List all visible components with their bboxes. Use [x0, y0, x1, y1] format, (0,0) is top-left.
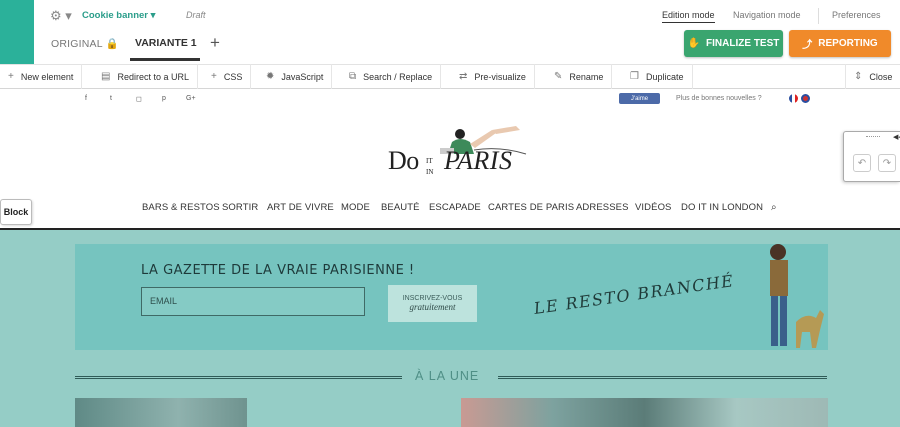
instagram-icon[interactable]: ◻ [136, 95, 142, 103]
redirect-url-button[interactable]: ▤ Redirect to a URL [93, 64, 198, 89]
nav-do-it-in-london[interactable]: DO IT IN LONDON [681, 202, 763, 213]
newsletter-title: LA GAZETTE DE LA VRAIE PARISIENNE ! [141, 263, 415, 278]
brand-do[interactable]: Do [388, 146, 419, 176]
add-variant-button[interactable]: + [210, 33, 220, 53]
campaign-selector[interactable]: Cookie banner ▾ [82, 10, 155, 21]
brand-it[interactable]: IT [426, 157, 433, 165]
rename-button[interactable]: ✎ Rename [546, 64, 613, 89]
section-divider-right [498, 376, 827, 379]
article-card-image[interactable] [75, 398, 247, 427]
article-card-image[interactable] [461, 398, 828, 427]
preview-icon: ⇄ [459, 71, 468, 82]
email-placeholder: EMAIL [150, 296, 178, 306]
reporting-button[interactable]: ⤴ REPORTING [789, 30, 891, 57]
javascript-button[interactable]: ✹ JavaScript [258, 64, 333, 89]
divider [818, 8, 819, 24]
copy-icon: ❐ [630, 71, 639, 82]
gear-icon[interactable]: ⚙ ▾ [50, 8, 76, 24]
sort-icon: ⇕ [854, 71, 863, 82]
thumbs-up-icon: ✋ [687, 38, 701, 49]
plus-icon: + [211, 71, 217, 82]
undo-button[interactable]: ↶ [853, 154, 871, 172]
man-with-dog-illustration-icon [770, 244, 824, 348]
block-label[interactable]: Block [0, 199, 32, 225]
tab-original[interactable]: ORIGINAL 🔒 [51, 37, 119, 50]
nav-sortir[interactable]: SORTIR [222, 202, 258, 213]
collapse-arrow-icon[interactable]: ◀◀ [893, 133, 900, 141]
close-button[interactable]: ⇕ Close [845, 64, 900, 89]
french-flag-icon[interactable] [789, 94, 798, 103]
nav-cartes-de-paris[interactable]: CARTES DE PARIS [488, 202, 574, 213]
document-icon: ▤ [101, 71, 111, 82]
gear-icon: ✹ [266, 71, 275, 82]
previsualize-button[interactable]: ⇄ Pre-visualize [451, 64, 535, 89]
facebook-like-button[interactable]: J'aime [619, 93, 660, 104]
nav-videos[interactable]: VIDÉOS [635, 202, 672, 213]
nav-art-de-vivre[interactable]: ART DE VIVRE [267, 202, 334, 213]
active-tab-indicator [130, 58, 200, 61]
section-title: À LA UNE [415, 369, 480, 383]
nav-escapade[interactable]: ESCAPADE [429, 202, 481, 213]
new-element-button[interactable]: + New element [0, 64, 83, 89]
drag-handle[interactable] [866, 136, 880, 139]
nav-adresses[interactable]: ADRESSES [576, 202, 629, 213]
app-logo [0, 0, 34, 64]
brand-paris[interactable]: PARIS [444, 146, 512, 176]
nav-mode[interactable]: MODE [341, 202, 370, 213]
search-icon[interactable]: ⌕ [771, 202, 777, 213]
lock-icon: 🔒 [105, 38, 119, 50]
tab-variant-1[interactable]: VARIANTE 1 [135, 37, 197, 49]
facebook-icon[interactable]: f [85, 95, 87, 102]
pinterest-icon[interactable]: p [162, 95, 166, 102]
status-badge: Draft [186, 10, 206, 20]
preferences-link[interactable]: Preferences [832, 10, 881, 20]
finalize-test-button[interactable]: ✋ FINALIZE TEST [684, 30, 783, 57]
nav-bars-restos[interactable]: BARS & RESTOS [142, 202, 220, 213]
pencil-icon: ✎ [554, 71, 563, 82]
section-divider-left [75, 376, 402, 379]
chart-icon: ⤴ [802, 40, 813, 51]
navigation-mode-link[interactable]: Navigation mode [733, 10, 801, 20]
google-plus-icon[interactable]: G+ [186, 95, 196, 102]
edition-mode-link[interactable]: Edition mode [662, 10, 715, 23]
twitter-icon[interactable]: t [110, 95, 112, 102]
newsletter-prompt[interactable]: Plus de bonnes nouvelles ? [676, 95, 762, 102]
duplicate-button[interactable]: ❐ Duplicate [622, 64, 693, 89]
redo-button[interactable]: ↷ [878, 154, 896, 172]
search-replace-icon: ⧉ [349, 71, 357, 82]
subscribe-button[interactable]: INSCRIVEZ-VOUS gratuitement [388, 285, 477, 322]
search-replace-button[interactable]: ⧉ Search / Replace [341, 64, 442, 89]
plus-icon: + [8, 71, 14, 82]
brand-in[interactable]: IN [426, 168, 433, 176]
nav-beaute[interactable]: BEAUTÉ [381, 202, 420, 213]
css-button[interactable]: + CSS [203, 64, 252, 89]
uk-flag-icon[interactable] [801, 94, 810, 103]
